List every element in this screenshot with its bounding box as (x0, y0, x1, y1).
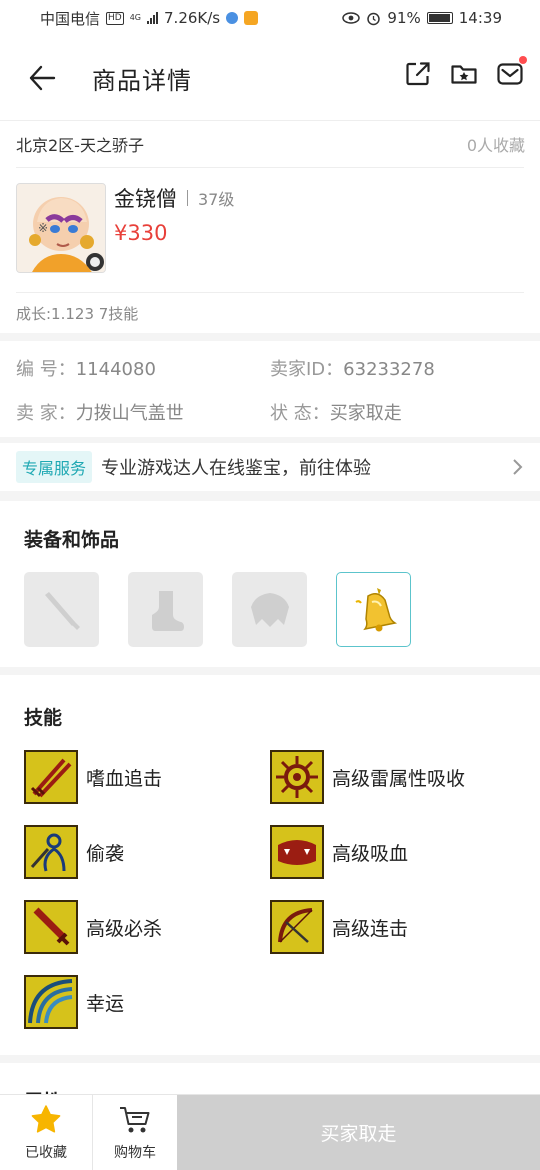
chevron-right-icon (513, 459, 523, 475)
favorite-button[interactable]: 已收藏 (0, 1095, 92, 1170)
skill-item[interactable]: 高级吸血 (270, 825, 516, 879)
svg-text:※: ※ (38, 221, 48, 235)
network-type: 4G (129, 13, 142, 22)
skill-name: 幸运 (86, 992, 125, 1015)
skill-item[interactable]: 高级必杀 (24, 900, 270, 954)
clock: 14:39 (458, 9, 502, 27)
skills-title: 技能 (24, 707, 63, 729)
skill-name: 高级吸血 (332, 842, 409, 865)
buy-button[interactable]: 买家取走 (177, 1095, 540, 1170)
page-title: 商品详情 (92, 66, 192, 95)
character-avatar[interactable]: ※ (16, 183, 106, 273)
share-button[interactable] (404, 60, 432, 88)
skills-section: 技能 嗜血追击 高级雷属性吸收 偷袭 高级吸血 高级必杀 高级连击 幸运 (0, 675, 540, 1055)
growth-info: 成长:1.123 7技能 (16, 304, 139, 323)
alarm-icon (367, 12, 381, 25)
service-text: 专业游戏达人在线鉴宝，前往体验 (101, 458, 372, 479)
swords-icon (24, 750, 78, 804)
section-gap (0, 491, 540, 501)
favorite-count: 0人收藏 (466, 136, 525, 155)
star-icon (31, 1105, 61, 1133)
skill-name: 嗜血追击 (86, 767, 163, 790)
seller-id-label: 卖家ID： (270, 359, 344, 380)
skill-item[interactable]: 高级雷属性吸收 (270, 750, 516, 804)
app-notification-icon (226, 12, 239, 24)
skill-name: 偷袭 (86, 842, 125, 865)
trade-info: 编 号：1144080 卖家ID：63233278 卖 家：力拨山气盖世 状 态… (0, 341, 540, 437)
skill-item[interactable]: 高级连击 (270, 900, 516, 954)
seller-name: 卖 家：力拨山气盖世 (16, 399, 270, 425)
app-notification-icon-2 (244, 11, 259, 25)
serial-label: 编 号： (16, 359, 76, 380)
service-tag: 专属服务 (16, 451, 93, 483)
seller-value: 力拨山气盖世 (75, 403, 184, 424)
cart-icon (120, 1107, 150, 1133)
section-gap (0, 667, 540, 675)
signal-icon (147, 12, 159, 24)
seller-id: 卖家ID：63233278 (270, 355, 524, 381)
back-button[interactable] (26, 62, 58, 94)
sneak-icon (24, 825, 78, 879)
carrier-label: 中国电信 (40, 9, 101, 28)
network-speed: 7.26K/s (164, 9, 221, 27)
equip-slot-weapon[interactable] (24, 572, 99, 647)
bell-icon (354, 587, 397, 631)
armor-icon (250, 592, 289, 627)
sword-icon (24, 900, 78, 954)
exclusive-service-row[interactable]: 专属服务 专业游戏达人在线鉴宝，前往体验 (0, 443, 540, 491)
equip-slot-accessory[interactable] (336, 572, 411, 647)
favorite-label: 已收藏 (25, 1145, 67, 1161)
battery-icon (426, 12, 453, 24)
price: ¥330 (114, 221, 168, 245)
nav-bar: 商品详情 (0, 36, 540, 120)
weapon-icon (44, 591, 80, 630)
pet-level: 37级 (198, 190, 235, 209)
server-name: 北京2区-天之骄子 (16, 136, 144, 155)
equipment-title: 装备和饰品 (24, 529, 120, 551)
mail-icon (497, 63, 523, 85)
seller-id-value: 63233278 (343, 359, 435, 380)
boots-icon (151, 590, 184, 631)
trade-status: 状 态：买家取走 (270, 399, 524, 425)
messages-button[interactable] (496, 56, 527, 88)
collect-folder-button[interactable] (450, 60, 478, 88)
serial-value: 1144080 (75, 359, 156, 380)
share-icon (406, 62, 430, 86)
hd-badge: HD (106, 11, 124, 25)
unread-badge (519, 56, 527, 64)
eye-icon (342, 12, 361, 24)
section-gap (0, 1055, 540, 1063)
bow-icon (270, 900, 324, 954)
product-detail-page: 中国电信 HD 4G 7.26K/s 91% 14:39 商品详情 北京2区-天… (0, 0, 540, 1170)
equip-slot-armor[interactable] (232, 572, 307, 647)
skill-name: 高级雷属性吸收 (332, 767, 466, 790)
rainbow-icon (24, 975, 78, 1029)
thunder-wheel-icon (270, 750, 324, 804)
folder-star-icon (451, 65, 477, 84)
monk-avatar-image: ※ (17, 184, 105, 272)
arrow-left-icon (29, 65, 56, 91)
skill-name: 高级连击 (332, 917, 409, 940)
cart-button[interactable]: 购物车 (92, 1095, 177, 1170)
separator (187, 190, 188, 206)
equipment-section: 装备和饰品 (0, 501, 540, 667)
cart-label: 购物车 (114, 1145, 156, 1161)
skill-item[interactable]: 幸运 (24, 975, 270, 1029)
status-bar: 中国电信 HD 4G 7.26K/s 91% 14:39 (0, 0, 540, 36)
battery-percent: 91% (387, 9, 421, 27)
section-gap (0, 333, 540, 341)
equip-slot-boots[interactable] (128, 572, 203, 647)
serial-number: 编 号：1144080 (16, 355, 270, 381)
seller-label: 卖 家： (16, 403, 76, 424)
skill-name: 高级必杀 (86, 917, 163, 940)
pet-name: 金铙僧 (114, 187, 177, 211)
server-row: 北京2区-天之骄子 0人收藏 (0, 121, 540, 167)
bottom-action-bar: 已收藏 购物车 买家取走 (0, 1094, 540, 1170)
skill-item[interactable]: 嗜血追击 (24, 750, 270, 804)
product-summary: ※ 金铙僧 37级 ¥330 (0, 168, 540, 292)
status-value: 买家取走 (329, 403, 402, 424)
vampire-mouth-icon (270, 825, 324, 879)
status-label: 状 态： (270, 403, 330, 424)
skill-item[interactable]: 偷袭 (24, 825, 270, 879)
